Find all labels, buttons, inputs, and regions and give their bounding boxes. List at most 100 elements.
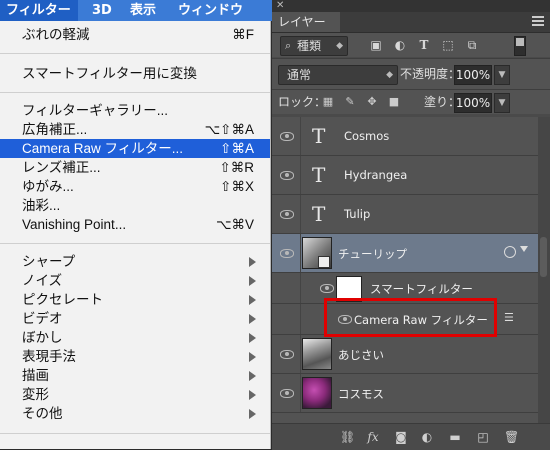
- menu-item-label: ぼかし: [22, 330, 63, 345]
- menu-item-distort[interactable]: 変形: [0, 385, 270, 404]
- menu-item-reduce-shake[interactable]: ぶれの軽減 ⌘F: [0, 25, 270, 44]
- layer-thumbnail: [302, 338, 332, 370]
- menu-item-pixelate[interactable]: ピクセレート: [0, 290, 270, 309]
- menu-item-lens-correction[interactable]: レンズ補正... ⇧⌘R: [0, 158, 270, 177]
- pixel-layer-filter-icon[interactable]: ▣: [370, 39, 382, 51]
- close-icon[interactable]: ✕: [276, 0, 284, 12]
- menu-item-other[interactable]: その他: [0, 404, 270, 423]
- scrollbar-thumb[interactable]: [540, 237, 547, 277]
- layer-name: Tulip: [344, 207, 371, 221]
- menu-item-camera-raw-filter[interactable]: Camera Raw フィルター... ⇧⌘A: [0, 139, 270, 158]
- lock-move-icon[interactable]: ✥: [366, 96, 378, 108]
- eye-icon[interactable]: [280, 349, 294, 359]
- submenu-arrow-icon: [249, 295, 256, 305]
- menu-item-noise[interactable]: ノイズ: [0, 271, 270, 290]
- layer-row[interactable]: あじさい: [272, 335, 538, 374]
- layer-style-icon[interactable]: fx: [366, 430, 380, 444]
- blending-options-icon[interactable]: ☰: [504, 312, 516, 324]
- menu-item-shortcut: ⌥⌘V: [215, 217, 254, 232]
- adjustment-layer-filter-icon[interactable]: ◐: [394, 39, 406, 51]
- submenu-arrow-icon: [249, 390, 256, 400]
- menu-3d[interactable]: 3D: [86, 0, 118, 21]
- eye-icon[interactable]: [280, 170, 294, 180]
- shape-layer-filter-icon[interactable]: ⬚: [442, 39, 454, 51]
- eye-icon[interactable]: [280, 131, 294, 141]
- menu-separator: [0, 53, 270, 54]
- opacity-slider-toggle[interactable]: ▼: [494, 65, 510, 85]
- add-mask-icon[interactable]: ◙: [394, 430, 408, 444]
- chevron-down-icon: ◆: [336, 41, 343, 51]
- layer-row-selected[interactable]: チューリップ: [272, 234, 538, 273]
- eye-icon[interactable]: [320, 283, 334, 293]
- layer-row[interactable]: コスモス: [272, 374, 538, 413]
- new-layer-icon[interactable]: ◰: [476, 430, 490, 444]
- blend-mode-value: 通常: [287, 68, 312, 82]
- menu-view[interactable]: 表示: [124, 0, 162, 21]
- layers-footer-toolbar: ⛓ fx ◙ ◐ ▬ ◰ 🗑: [272, 423, 550, 450]
- layer-row[interactable]: T Cosmos: [272, 117, 538, 156]
- type-layer-icon: T: [312, 163, 326, 187]
- menu-item-sharpen[interactable]: シャープ: [0, 252, 270, 271]
- collapse-effects-icon[interactable]: [520, 246, 528, 252]
- menu-item-label: その他: [22, 406, 63, 421]
- fill-field[interactable]: 100%: [454, 93, 492, 113]
- smart-object-badge-icon: [318, 256, 330, 268]
- eye-icon[interactable]: [280, 209, 294, 219]
- submenu-arrow-icon: [249, 314, 256, 324]
- menu-filter[interactable]: フィルター: [0, 0, 78, 21]
- layer-row[interactable]: T Tulip: [272, 195, 538, 234]
- visibility-column: [272, 156, 301, 194]
- fill-slider-toggle[interactable]: ▼: [494, 93, 510, 113]
- menu-separator: [0, 243, 270, 244]
- menu-item-blur[interactable]: ぼかし: [0, 328, 270, 347]
- new-group-icon[interactable]: ▬: [448, 430, 462, 444]
- annotation-highlight-box: [324, 298, 497, 337]
- eye-icon[interactable]: [280, 388, 294, 398]
- panel-titlebar: ✕: [272, 0, 550, 12]
- lock-brush-icon[interactable]: ✎: [344, 96, 356, 108]
- menu-item-shortcut: ⌘F: [232, 27, 254, 42]
- menu-item-shortcut: ⇧⌘R: [219, 160, 254, 175]
- menu-item-label: ノイズ: [22, 273, 63, 288]
- trash-icon[interactable]: 🗑: [504, 430, 519, 444]
- blend-mode-bar: 通常 ◆ 不透明度： 100% ▼: [272, 58, 550, 89]
- menu-item-label: ビデオ: [22, 311, 63, 326]
- smart-object-filter-icon[interactable]: ⧉: [466, 39, 478, 51]
- layer-row[interactable]: T Hydrangea: [272, 156, 538, 195]
- menu-item-video[interactable]: ビデオ: [0, 309, 270, 328]
- menu-item-label: 表現手法: [22, 349, 76, 364]
- menu-item-label: スマートフィルター用に変換: [22, 66, 197, 81]
- opacity-label: 不透明度：: [400, 67, 461, 81]
- blend-mode-select[interactable]: 通常 ◆: [278, 65, 398, 85]
- smart-filter-options-icon[interactable]: [504, 246, 516, 258]
- opacity-field[interactable]: 100%: [454, 65, 492, 85]
- menu-item-oil-paint[interactable]: 油彩...: [0, 196, 270, 215]
- filter-kind-select[interactable]: ⌕ 種類 ◆: [280, 36, 348, 56]
- menu-window[interactable]: ウィンドウ: [172, 0, 249, 21]
- layer-name: Cosmos: [344, 129, 390, 143]
- menu-item-label: 変形: [22, 387, 49, 402]
- layers-scrollbar[interactable]: [538, 117, 550, 423]
- menu-item-label: Camera Raw フィルター...: [22, 141, 184, 156]
- filter-toggle-switch[interactable]: [514, 36, 526, 56]
- link-layers-icon[interactable]: ⛓: [340, 430, 355, 444]
- menu-item-convert-smart-filter[interactable]: スマートフィルター用に変換: [0, 64, 270, 83]
- lock-all-icon[interactable]: ■: [388, 96, 400, 108]
- menu-item-render[interactable]: 描画: [0, 366, 270, 385]
- adjustment-layer-icon[interactable]: ◐: [420, 430, 434, 444]
- menu-item-adaptive-wide-angle[interactable]: 広角補正... ⌥⇧⌘A: [0, 120, 270, 139]
- visibility-column: [272, 195, 301, 233]
- layer-name: スマートフィルター: [370, 282, 473, 296]
- panel-menu-icon[interactable]: [532, 16, 544, 28]
- layers-panel: ✕ レイヤー ⌕ 種類 ◆ ▣ ◐ T ⬚ ⧉ 通常 ◆ 不透明度： 100% …: [272, 0, 550, 450]
- menu-item-stylize[interactable]: 表現手法: [0, 347, 270, 366]
- lock-transparency-icon[interactable]: ▦: [322, 96, 334, 108]
- type-layer-filter-icon[interactable]: T: [418, 39, 430, 51]
- tab-layers[interactable]: レイヤー: [272, 12, 340, 32]
- submenu-arrow-icon: [249, 276, 256, 286]
- eye-icon[interactable]: [280, 248, 294, 258]
- menu-item-filter-gallery[interactable]: フィルターギャラリー...: [0, 101, 270, 120]
- menu-item-liquify[interactable]: ゆがみ... ⇧⌘X: [0, 177, 270, 196]
- menu-item-vanishing-point[interactable]: Vanishing Point... ⌥⌘V: [0, 215, 270, 234]
- menu-item-label: Vanishing Point...: [22, 217, 127, 232]
